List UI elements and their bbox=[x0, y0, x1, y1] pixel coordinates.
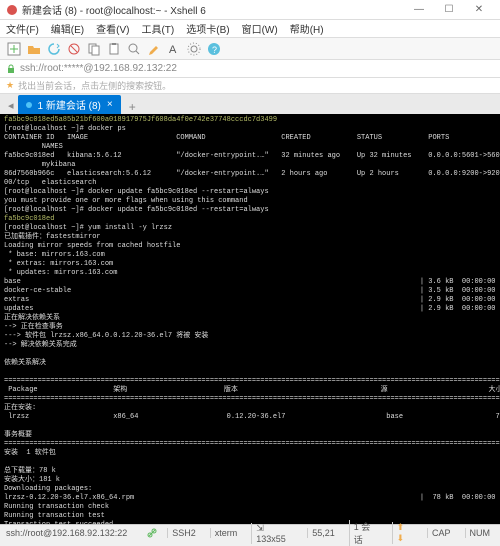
status-num: NUM bbox=[465, 528, 495, 538]
app-icon bbox=[6, 4, 18, 16]
tab-prev-icon[interactable]: ◂ bbox=[4, 97, 18, 114]
svg-text:?: ? bbox=[212, 45, 217, 55]
status-cap: CAP bbox=[427, 528, 455, 538]
lock-icon bbox=[6, 64, 16, 74]
highlight-icon[interactable] bbox=[146, 41, 162, 57]
menu-window[interactable]: 窗口(W) bbox=[242, 21, 278, 36]
address-text: ssh://root:*****@192.168.92.132:22 bbox=[20, 63, 177, 74]
settings-icon[interactable] bbox=[186, 41, 202, 57]
tab-bar: ◂ 1 新建会话 (8) × + bbox=[0, 94, 500, 114]
new-session-icon[interactable] bbox=[6, 41, 22, 57]
session-status-icon bbox=[26, 102, 32, 108]
menu-tools[interactable]: 工具(T) bbox=[141, 21, 174, 36]
status-size: ⇲ 133x55 bbox=[251, 523, 297, 544]
toolbar: A ? bbox=[0, 38, 500, 60]
open-icon[interactable] bbox=[26, 41, 42, 57]
disconnect-icon[interactable] bbox=[66, 41, 82, 57]
menu-edit[interactable]: 编辑(E) bbox=[51, 21, 84, 36]
status-ssh: SSH2 bbox=[167, 528, 200, 538]
paste-icon[interactable] bbox=[106, 41, 122, 57]
reconnect-icon[interactable] bbox=[46, 41, 62, 57]
menu-view[interactable]: 查看(V) bbox=[96, 21, 129, 36]
copy-icon[interactable] bbox=[86, 41, 102, 57]
close-button[interactable]: ✕ bbox=[464, 1, 494, 19]
tab-add-icon[interactable]: + bbox=[125, 100, 140, 114]
menu-tab[interactable]: 选项卡(B) bbox=[186, 21, 229, 36]
svg-text:A: A bbox=[169, 44, 177, 56]
status-term: xterm bbox=[210, 528, 242, 538]
menu-help[interactable]: 帮助(H) bbox=[290, 21, 324, 36]
status-sessions: 1 会话 bbox=[349, 520, 382, 546]
menu-bar: 文件(F) 编辑(E) 查看(V) 工具(T) 选项卡(B) 窗口(W) 帮助(… bbox=[0, 20, 500, 38]
resize-icon: ⇲ bbox=[256, 523, 264, 533]
session-tab[interactable]: 1 新建会话 (8) × bbox=[18, 95, 121, 114]
help-icon[interactable]: ? bbox=[206, 41, 222, 57]
maximize-button[interactable]: ☐ bbox=[434, 1, 464, 19]
status-bar: ssh://root@192.168.92.132:22 SSH2 xterm … bbox=[0, 524, 500, 541]
menu-file[interactable]: 文件(F) bbox=[6, 21, 39, 36]
window-title: 新建会话 (8) - root@localhost:~ - Xshell 6 bbox=[22, 2, 404, 17]
tab-close-icon[interactable]: × bbox=[107, 99, 113, 110]
bookmark-icon: ★ bbox=[6, 80, 14, 91]
status-pos: 55,21 bbox=[307, 528, 339, 538]
status-connection: ssh://root@192.168.92.132:22 bbox=[6, 528, 127, 538]
find-icon[interactable] bbox=[126, 41, 142, 57]
tab-label: 1 新建会话 (8) bbox=[38, 97, 101, 112]
filter-bar[interactable]: ★ 找出当前会话，点击左侧的搜索按钮。 bbox=[0, 78, 500, 94]
address-bar[interactable]: ssh://root:*****@192.168.92.132:22 bbox=[0, 60, 500, 78]
filter-hint: 找出当前会话，点击左侧的搜索按钮。 bbox=[18, 79, 171, 92]
terminal[interactable]: fa5bc9c018ed5a85b21bf600a018917975Jf608d… bbox=[0, 114, 500, 524]
minimize-button[interactable]: — bbox=[404, 1, 434, 19]
font-icon[interactable]: A bbox=[166, 41, 182, 57]
link-icon bbox=[147, 528, 157, 538]
